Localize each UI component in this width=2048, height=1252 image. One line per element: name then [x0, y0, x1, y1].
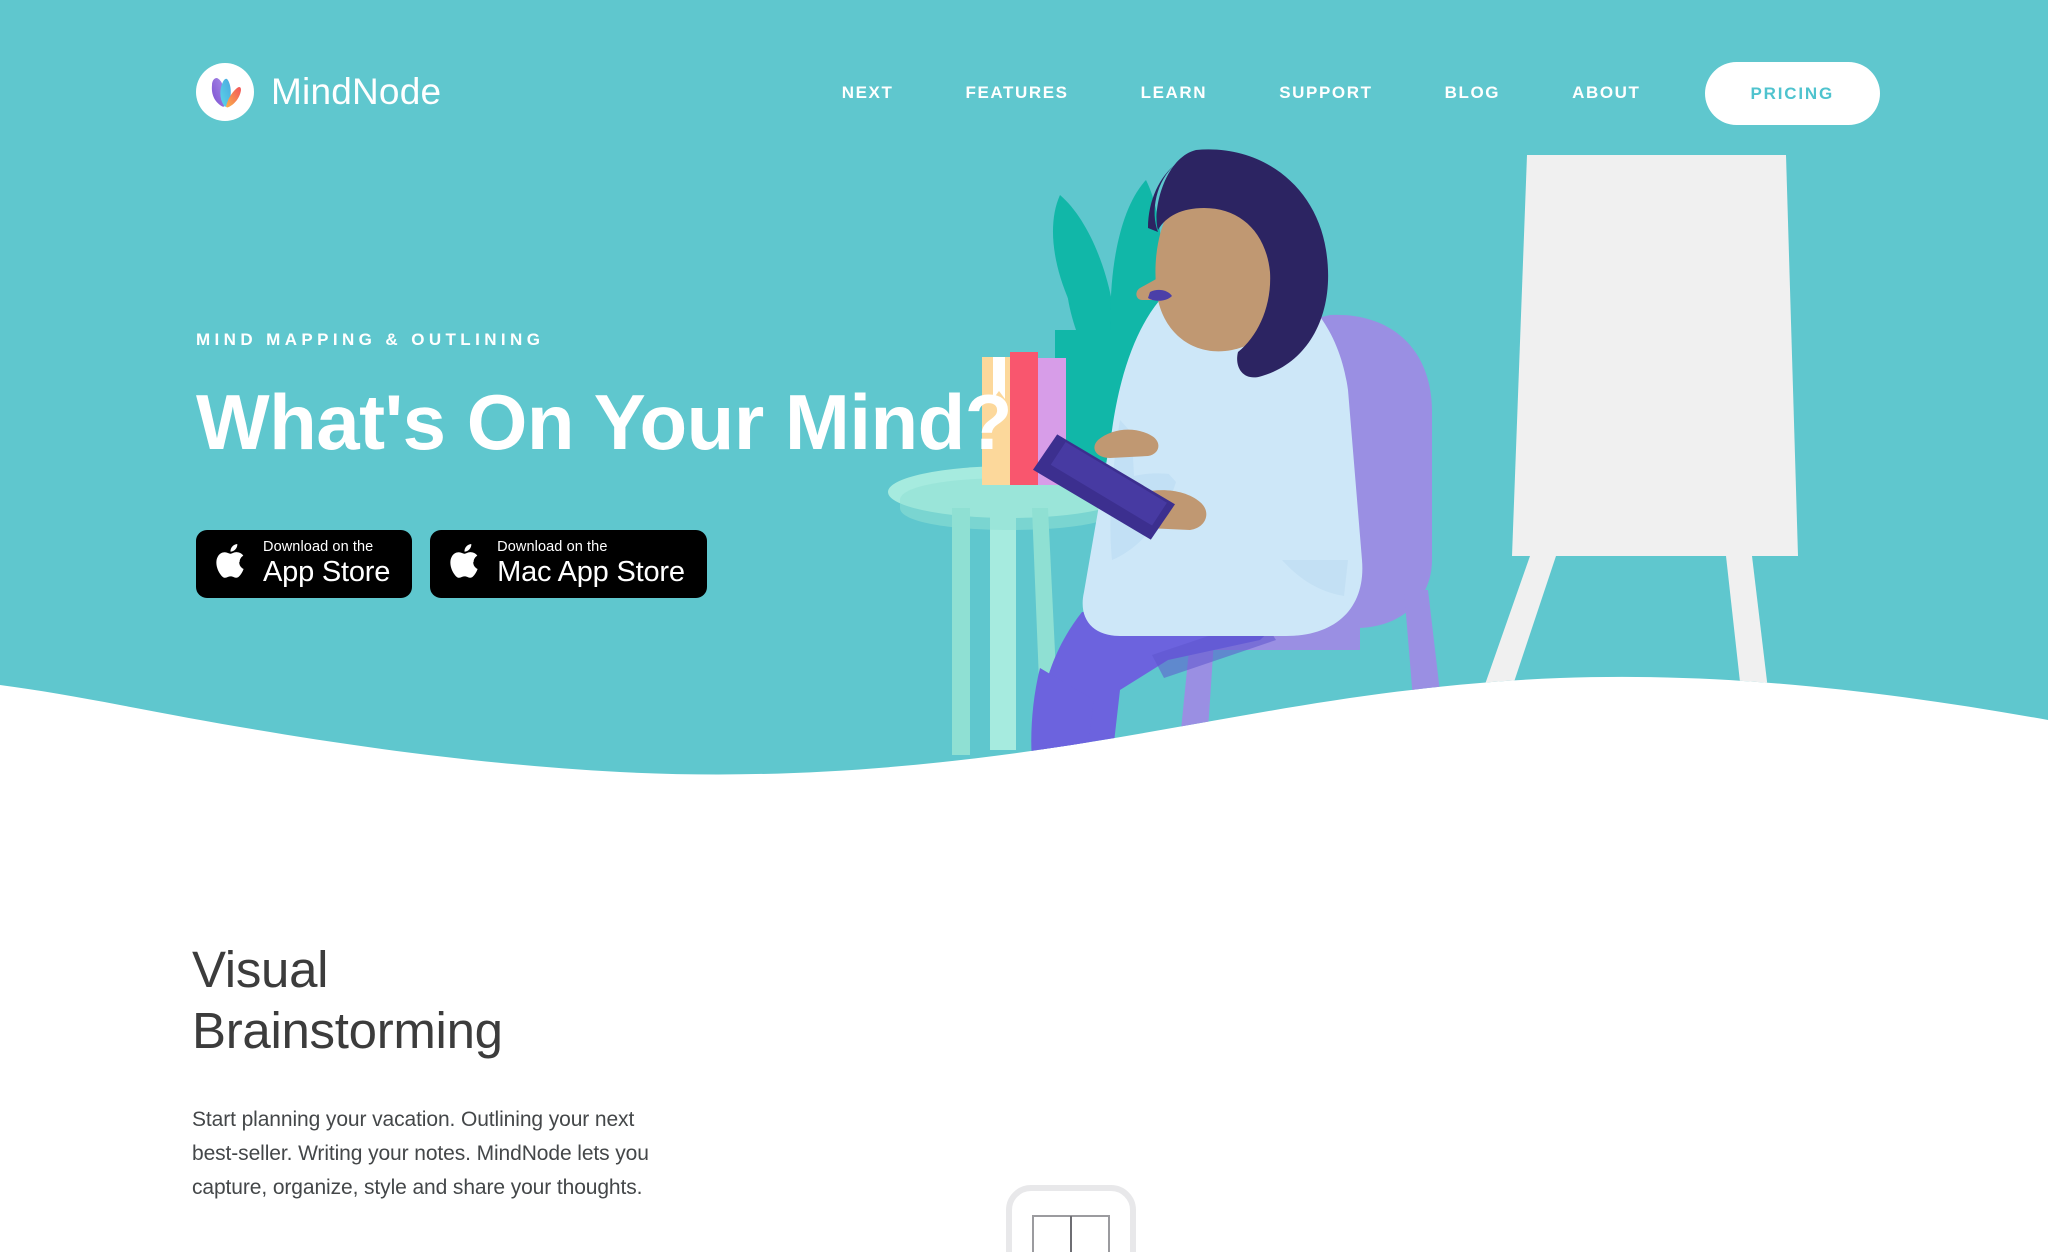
apple-icon [450, 541, 483, 586]
nav-item-support[interactable]: SUPPORT [1243, 63, 1408, 123]
nav-item-next[interactable]: NEXT [806, 63, 930, 123]
section-body: Start planning your vacation. Outlining … [192, 1108, 649, 1200]
brand-logo-link[interactable]: MindNode [196, 63, 441, 121]
hero-eyebrow: MIND MAPPING & OUTLINING [196, 330, 545, 349]
nav-item-features[interactable]: FEATURES [929, 63, 1104, 123]
nav-item-learn[interactable]: LEARN [1105, 63, 1244, 123]
landing-page: MindNode NEXT FEATURES LEARN SUPPORT BLO… [0, 0, 2048, 1252]
section-copy: Visual Brainstorming Start planning your… [192, 940, 662, 1205]
section-title: Visual Brainstorming [192, 940, 662, 1061]
brand-name: MindNode [271, 71, 442, 112]
nav-pricing-button[interactable]: PRICING [1704, 61, 1880, 125]
nav-item-blog[interactable]: BLOG [1409, 63, 1537, 123]
hero-copy: MIND MAPPING & OUTLINING What's On Your … [196, 330, 1012, 598]
mindnode-petal-logo-icon [196, 63, 254, 121]
app-store-badge-pre: Download on the [263, 539, 374, 556]
section-title-line1: Visual [192, 941, 329, 998]
app-store-badge-main: App Store [263, 555, 391, 588]
nav-item-about[interactable]: ABOUT [1536, 63, 1676, 123]
mac-app-store-badge-main: Mac App Store [497, 555, 685, 588]
main-nav: NEXT FEATURES LEARN SUPPORT BLOG ABOUT P… [806, 61, 1880, 125]
hero-headline: What's On Your Mind? [196, 378, 1012, 466]
hero-section: MindNode NEXT FEATURES LEARN SUPPORT BLO… [0, 0, 2048, 800]
apple-icon [216, 541, 249, 586]
app-window-preview [1006, 1185, 1136, 1252]
store-badges: Download on the App Store Download on th… [196, 529, 1012, 598]
site-header: MindNode NEXT FEATURES LEARN SUPPORT BLO… [0, 0, 2048, 175]
section-title-line2: Brainstorming [192, 1001, 503, 1059]
mac-app-store-badge[interactable]: Download on the Mac App Store [430, 529, 707, 598]
app-store-badge[interactable]: Download on the App Store [196, 529, 413, 598]
mac-app-store-badge-pre: Download on the [497, 539, 608, 556]
